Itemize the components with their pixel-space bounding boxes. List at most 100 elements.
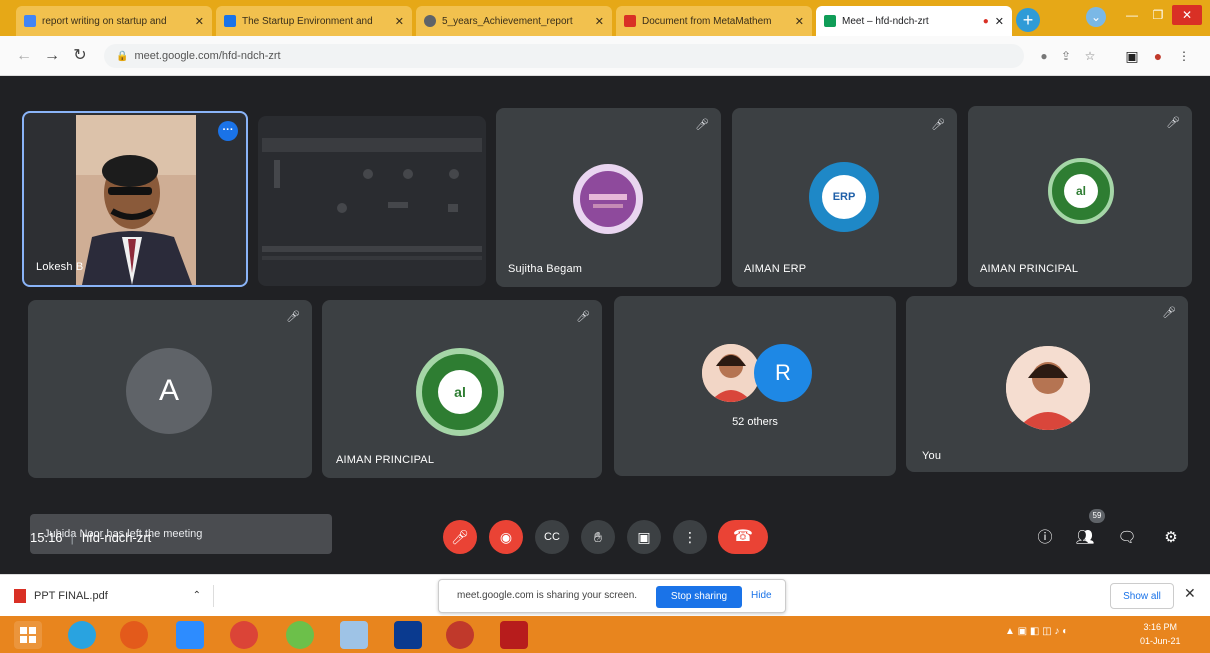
info-separator: |	[70, 530, 74, 545]
more-options-button[interactable]: ⋮	[673, 520, 707, 554]
presentation-tile[interactable]	[258, 116, 486, 286]
address-bar[interactable]: 🔒 meet.google.com/hfd-ndch-zrt	[104, 44, 1024, 68]
participant-count-badge: 59	[1089, 509, 1105, 523]
chat-icon[interactable]: 🗨︎	[1116, 527, 1138, 549]
participant-name: Lokesh B	[36, 261, 84, 273]
letter-avatar: A	[126, 348, 212, 434]
close-tab-icon[interactable]: ✕	[795, 15, 804, 28]
participant-avatar: al	[1048, 158, 1114, 224]
browser-tab-strip: report writing on startup and ✕ The Star…	[0, 0, 1210, 36]
browser-tab[interactable]: report writing on startup and ✕	[16, 6, 212, 36]
clock-time: 3:16 PM	[1143, 622, 1178, 632]
url-text: meet.google.com/hfd-ndch-zrt	[134, 50, 281, 62]
meet-icon	[824, 15, 836, 27]
sharing-status-text: meet.google.com is sharing your screen.	[457, 590, 638, 601]
download-item[interactable]: PPT FINAL.pdf ⌃	[14, 585, 214, 607]
present-screen-button[interactable]: ▣	[627, 520, 661, 554]
meeting-code: hfd-ndch-zrt	[81, 530, 152, 545]
lock-icon: 🔒	[116, 51, 129, 62]
tab-search-icon[interactable]: ▣	[1124, 48, 1140, 64]
profile-photo-icon	[1006, 346, 1090, 430]
bookmark-star-icon[interactable]: ☆	[1082, 48, 1098, 64]
gmail-icon	[624, 15, 636, 27]
profile-icon[interactable]: ⌄	[1086, 7, 1106, 27]
participant-name: AIMAN PRINCIPAL	[980, 263, 1079, 275]
camera-status-icon[interactable]: ●	[1036, 48, 1052, 64]
share-icon[interactable]: ⇪	[1058, 48, 1074, 64]
back-icon[interactable]: ←	[14, 46, 34, 66]
hide-button[interactable]: Hide	[751, 590, 772, 601]
tab-title: Meet – hfd-ndch-zrt	[842, 15, 929, 27]
captions-button[interactable]: CC	[535, 520, 569, 554]
participant-name: AIMAN ERP	[744, 263, 807, 275]
close-tab-icon[interactable]: ✕	[595, 15, 604, 28]
new-tab-button[interactable]: +	[1016, 8, 1040, 32]
participant-tile[interactable]: 🎤︎ ERP AIMAN ERP	[732, 108, 957, 287]
close-tab-icon[interactable]: ✕	[195, 15, 204, 28]
people-icon[interactable]: 👥︎	[1074, 527, 1096, 549]
chrome-icon[interactable]	[230, 621, 258, 649]
stop-sharing-button[interactable]: Stop sharing	[656, 586, 742, 608]
end-call-button[interactable]: ☎︎	[718, 520, 768, 554]
browser-tab-active[interactable]: Meet – hfd-ndch-zrt ● ✕	[816, 6, 1012, 36]
meeting-details-icon[interactable]: ⓘ	[1034, 527, 1056, 549]
windows-start-icon[interactable]	[14, 621, 42, 649]
forward-icon[interactable]: →	[42, 46, 62, 66]
participant-avatar	[573, 164, 643, 234]
zoom-icon[interactable]	[176, 621, 204, 649]
camera-toggle-button[interactable]: ◉	[489, 520, 523, 554]
participant-tile[interactable]: 🎤︎ Sujitha Begam	[496, 108, 721, 287]
close-tab-icon[interactable]: ✕	[395, 15, 404, 28]
participant-avatar: ERP	[809, 162, 879, 232]
app-icon[interactable]	[286, 621, 314, 649]
participant-tile[interactable]: 🎤︎ al AIMAN PRINCIPAL	[968, 106, 1192, 287]
mic-toggle-button[interactable]: 🎤︎	[443, 520, 477, 554]
browser-tab[interactable]: The Startup Environment and ✕	[216, 6, 412, 36]
maximize-icon[interactable]: ❐	[1146, 5, 1170, 25]
tab-favicon-icon	[424, 15, 436, 27]
others-tile[interactable]: R 52 others	[614, 296, 896, 476]
acrobat-icon[interactable]	[500, 621, 528, 649]
mic-off-icon: 🎤︎	[1162, 307, 1176, 319]
browser-toolbar: ← → ↻ 🔒 meet.google.com/hfd-ndch-zrt ● ⇪ …	[0, 36, 1210, 76]
tab-favicon-icon	[224, 15, 236, 27]
participant-avatar: al	[416, 348, 504, 436]
mic-off-icon: 🎤︎	[576, 311, 590, 323]
close-tab-icon[interactable]: ✕	[995, 15, 1004, 28]
tab-title: report writing on startup and	[42, 15, 167, 27]
self-avatar	[1006, 346, 1090, 430]
others-count-label: 52 others	[732, 416, 778, 428]
participant-tile[interactable]: 🎤︎ al AIMAN PRINCIPAL	[322, 300, 602, 478]
menu-dots-icon[interactable]: ⋮	[1176, 48, 1192, 64]
firefox-icon[interactable]	[120, 621, 148, 649]
self-tile[interactable]: 🎤︎ You	[906, 296, 1188, 472]
meet-stage: ··· Lokesh B 🎤︎ Sujitha Begam 🎤︎ ERP AIM…	[0, 76, 1210, 574]
close-window-icon[interactable]: ✕	[1172, 5, 1202, 25]
browser-tab[interactable]: 5_years_Achievement_report ✕	[416, 6, 612, 36]
file-icon[interactable]	[340, 621, 368, 649]
activities-icon[interactable]: ⚙︎	[1160, 527, 1182, 549]
close-download-bar-icon[interactable]: ✕	[1184, 585, 1196, 602]
mic-off-icon: 🎤︎	[695, 119, 709, 131]
more-options-icon[interactable]: ···	[218, 121, 238, 141]
show-all-button[interactable]: Show all	[1110, 583, 1174, 609]
pdf-icon	[14, 589, 26, 604]
browser-tab[interactable]: Document from MetaMathem ✕	[616, 6, 812, 36]
chrome-active-icon[interactable]	[446, 621, 474, 649]
participant-tile[interactable]: ··· Lokesh B	[22, 111, 248, 287]
participant-name: You	[922, 450, 942, 462]
minimize-icon[interactable]: —	[1120, 5, 1144, 25]
system-tray[interactable]: ▲ ▣ ◧ ◫ ♪ ◐	[1005, 626, 1068, 637]
chevron-up-icon[interactable]: ⌃	[193, 585, 201, 607]
taskbar-clock[interactable]: 3:16 PM 01-Jun-21	[1140, 620, 1181, 648]
reload-icon[interactable]: ↻	[70, 46, 90, 66]
screen-sharing-bar: meet.google.com is sharing your screen. …	[438, 579, 786, 613]
tab-title: 5_years_Achievement_report	[442, 15, 573, 27]
letter-avatar: R	[754, 344, 812, 402]
taskbar: ▲ ▣ ◧ ◫ ♪ ◐ 3:16 PM 01-Jun-21	[0, 616, 1210, 653]
app-icon[interactable]	[394, 621, 422, 649]
profile-avatar-icon[interactable]: ●	[1150, 48, 1166, 64]
participant-tile[interactable]: 🎤︎ A	[28, 300, 312, 478]
raise-hand-button[interactable]: ✋︎	[581, 520, 615, 554]
edge-icon[interactable]	[68, 621, 96, 649]
